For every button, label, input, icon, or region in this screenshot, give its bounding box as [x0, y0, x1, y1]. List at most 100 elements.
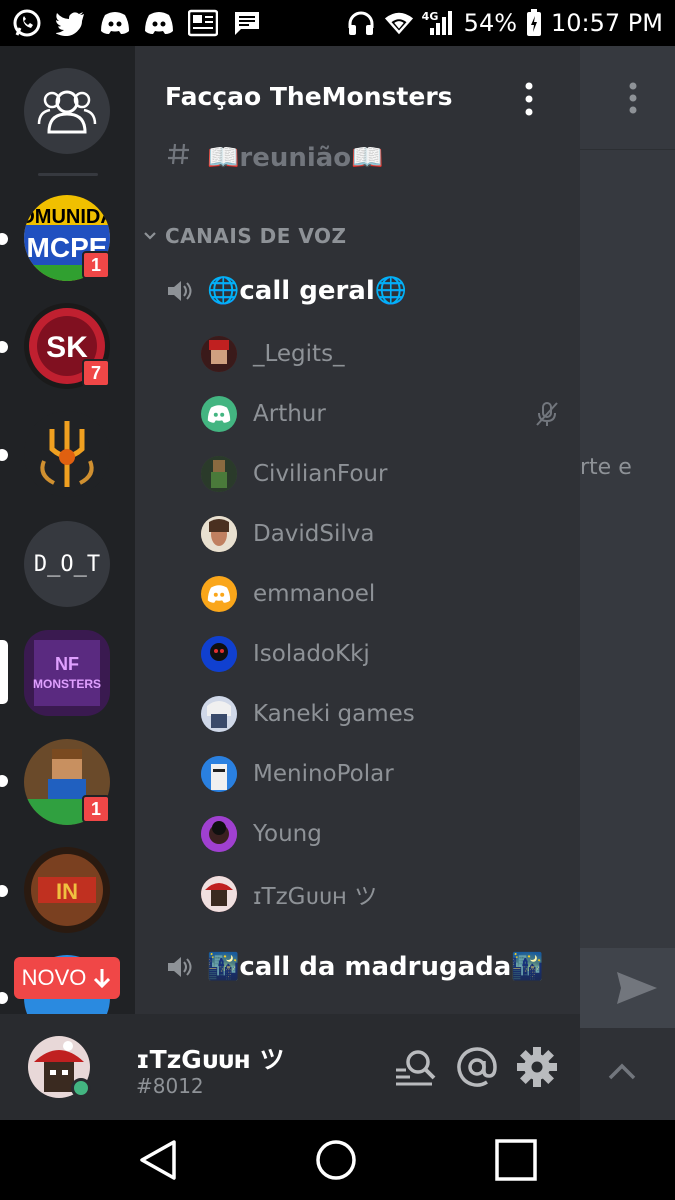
- guild-trident[interactable]: [24, 411, 110, 497]
- chat-more-icon[interactable]: [623, 82, 643, 114]
- chevron-up-icon[interactable]: [605, 1060, 639, 1084]
- chevron-down-icon: [144, 232, 156, 240]
- status-bar: 4G 54% 10:57 PM: [0, 0, 675, 46]
- svg-text:NF: NF: [55, 654, 79, 674]
- message-icon: [232, 10, 262, 36]
- friends-home-button[interactable]: [24, 68, 110, 154]
- server-name: Facçao TheMonsters: [165, 82, 453, 111]
- unread-badge: 1: [82, 795, 110, 823]
- member-name: emmanoel: [253, 581, 376, 607]
- unread-badge: 7: [82, 359, 110, 387]
- avatar: [201, 576, 237, 612]
- server-header[interactable]: Facçao TheMonsters: [135, 46, 580, 150]
- twitter-icon: [56, 10, 86, 36]
- voice-channel-name: 🌐call geral🌐: [207, 276, 408, 306]
- send-icon[interactable]: [615, 968, 659, 1008]
- account-panel: ɪTzGᴜᴜʜ ツ #8012: [0, 1014, 580, 1120]
- signal-icon: 4G: [422, 10, 456, 36]
- voice-member[interactable]: Kaneki games: [201, 692, 561, 736]
- account-username: ɪTzGᴜᴜʜ ツ: [136, 1045, 285, 1074]
- unread-indicator: [0, 775, 8, 787]
- guild-separator: [38, 173, 98, 176]
- wifi-icon: [384, 10, 414, 36]
- voice-member[interactable]: MeninoPolar: [201, 752, 561, 796]
- discord-icon: [207, 585, 231, 603]
- voice-channel-call-geral[interactable]: 🌐call geral🌐: [165, 276, 407, 306]
- avatar: [201, 696, 237, 732]
- voice-member[interactable]: emmanoel: [201, 572, 561, 616]
- mentions-icon[interactable]: [456, 1046, 498, 1088]
- svg-text:OMUNIDA: OMUNIDA: [24, 206, 110, 228]
- whatsapp-icon: [12, 9, 42, 37]
- back-icon[interactable]: [136, 1138, 180, 1182]
- hash-icon: [167, 142, 191, 173]
- avatar: [201, 456, 237, 492]
- avatar: [201, 396, 237, 432]
- voice-channel-name: 🌃call da madrugada🌃: [207, 952, 544, 982]
- novo-label: NOVO: [21, 965, 87, 990]
- unread-indicator: [0, 449, 8, 461]
- member-name: Arthur: [253, 401, 326, 427]
- category-label: CANAIS DE VOZ: [165, 224, 347, 248]
- voice-member[interactable]: Young: [201, 812, 561, 856]
- channel-name: 📖reunião📖: [207, 142, 384, 173]
- system-navigation-bar: [0, 1120, 675, 1200]
- online-status-indicator: [71, 1078, 91, 1098]
- recents-icon[interactable]: [494, 1138, 538, 1182]
- home-icon[interactable]: [314, 1138, 358, 1182]
- headphones-icon: [346, 10, 376, 36]
- voice-member[interactable]: IsoladoKkj: [201, 632, 561, 676]
- svg-text:SK: SK: [46, 331, 88, 364]
- friends-icon: [37, 90, 97, 134]
- network-type: 4G: [421, 10, 439, 23]
- guild-sidebar: OMUNIDA MCPE 1 SK 7 D_O_T NF MONSTERS 1 IN…: [0, 46, 135, 1014]
- selected-indicator: [0, 640, 8, 704]
- member-name: _Legits_: [253, 341, 345, 367]
- arrow-down-icon: [94, 969, 111, 989]
- voice-channel-call-da-madrugada[interactable]: 🌃call da madrugada🌃: [165, 952, 544, 982]
- member-name: DavidSilva: [253, 521, 375, 547]
- guild-in[interactable]: IN: [24, 847, 110, 933]
- gear-icon[interactable]: [516, 1046, 558, 1088]
- mic-muted-icon: [533, 400, 561, 428]
- member-name: Kaneki games: [253, 701, 415, 727]
- speaker-icon: [168, 957, 192, 977]
- avatar: [201, 876, 237, 912]
- unread-indicator: [0, 233, 8, 245]
- unread-badge: 1: [82, 251, 110, 279]
- avatar: [201, 516, 237, 552]
- voice-member[interactable]: _Legits_: [201, 332, 561, 376]
- guild-themonsters[interactable]: NF MONSTERS: [24, 630, 110, 716]
- clock: 10:57 PM: [551, 9, 663, 37]
- discord-icon: [100, 10, 130, 36]
- account-tag: #8012: [136, 1074, 204, 1098]
- member-name: Young: [253, 821, 322, 847]
- more-options-icon[interactable]: [519, 82, 539, 116]
- chat-partial-text: rte e: [580, 455, 632, 480]
- battery-icon: [525, 9, 543, 36]
- voice-member[interactable]: ɪTzGᴜᴜʜ ツ: [201, 872, 561, 916]
- discord-icon: [144, 10, 174, 36]
- unread-indicator: [0, 992, 8, 1004]
- guild-dot[interactable]: D_O_T: [24, 521, 110, 607]
- avatar: [201, 816, 237, 852]
- voice-member[interactable]: DavidSilva: [201, 512, 561, 556]
- category-canais-de-voz[interactable]: CANAIS DE VOZ: [143, 224, 347, 248]
- member-name: MeninoPolar: [253, 761, 394, 787]
- new-unreads-button[interactable]: NOVO: [14, 957, 120, 999]
- svg-text:IN: IN: [56, 879, 78, 904]
- member-name: CivilianFour: [253, 461, 388, 487]
- member-name: IsoladoKkj: [253, 641, 370, 667]
- text-channel-reuniao[interactable]: 📖reunião📖: [167, 142, 384, 173]
- voice-member[interactable]: Arthur: [201, 392, 561, 436]
- guild-label: D_O_T: [24, 521, 110, 607]
- discord-icon: [207, 405, 231, 423]
- avatar: [201, 756, 237, 792]
- avatar: [201, 336, 237, 372]
- voice-member[interactable]: CivilianFour: [201, 452, 561, 496]
- news-icon: [188, 9, 218, 37]
- svg-text:MONSTERS: MONSTERS: [33, 677, 101, 691]
- unread-indicator: [0, 341, 8, 353]
- search-icon[interactable]: [394, 1046, 436, 1088]
- avatar: [201, 636, 237, 672]
